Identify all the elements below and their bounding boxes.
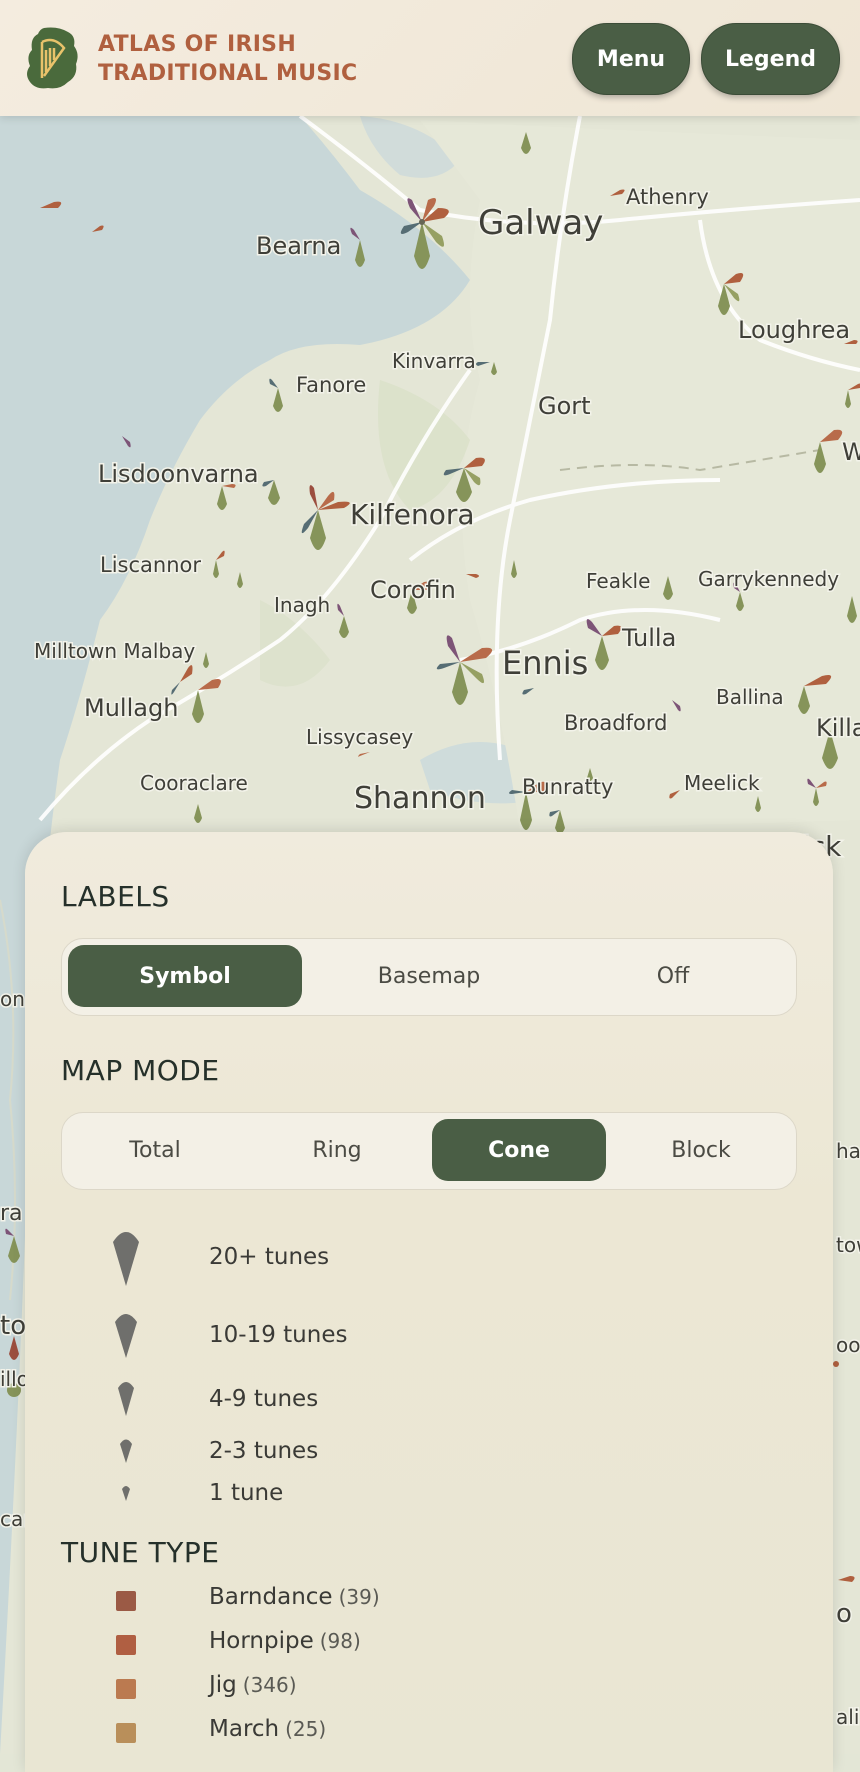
mode-option-block[interactable]: Block [614, 1119, 788, 1181]
swatch-icon [116, 1635, 136, 1655]
labels-option-symbol[interactable]: Symbol [68, 945, 302, 1007]
tune-type-row[interactable]: Barndance (39) [25, 1584, 805, 1620]
edge-label: o [836, 1599, 852, 1629]
place-corofin: Corofin [370, 576, 456, 604]
labels-segmented-control: Symbol Basemap Off [61, 938, 797, 1016]
place-loughrea: Loughrea [738, 316, 850, 344]
swatch-icon [116, 1723, 136, 1743]
place-tulla: Tulla [621, 624, 676, 652]
place-shannon: Shannon [354, 781, 486, 816]
place-lisdoonvarna: Lisdoonvarna [98, 460, 259, 488]
tune-type-row[interactable]: Hornpipe (98) [25, 1628, 805, 1664]
swatch-icon [116, 1591, 136, 1611]
tune-type-name: Hornpipe [209, 1628, 314, 1654]
tune-type-count: (98) [319, 1629, 361, 1653]
app-title: ATLAS OF IRISH TRADITIONAL MUSIC [98, 30, 357, 88]
legend-panel: LABELS Symbol Basemap Off MAP MODE Total… [25, 832, 833, 1772]
size-label: 1 tune [209, 1480, 284, 1506]
place-ennis: Ennis [502, 644, 588, 682]
menu-button[interactable]: Menu [572, 23, 690, 95]
cone-size-1-icon [122, 1486, 130, 1501]
place-feakle: Feakle [586, 569, 650, 593]
tune-type-count: (39) [338, 1585, 380, 1609]
size-label: 4-9 tunes [209, 1386, 319, 1412]
tune-type-name: March [209, 1716, 280, 1742]
tune-type-name: Jig [209, 1672, 237, 1698]
cone-size-10-19-icon [115, 1314, 137, 1358]
map-mode-heading: MAP MODE [61, 1054, 220, 1087]
mode-option-cone[interactable]: Cone [432, 1119, 606, 1181]
edge-label: alin [836, 1705, 860, 1729]
tune-type-count: (346) [242, 1673, 297, 1697]
place-mullagh: Mullagh [84, 694, 178, 722]
tune-type-heading: TUNE TYPE [61, 1536, 220, 1569]
place-bunratty: Bunratty [522, 775, 613, 799]
cone-size-2-3-icon [120, 1439, 132, 1463]
mode-option-ring[interactable]: Ring [250, 1119, 424, 1181]
tune-type-row[interactable]: Jig (346) [25, 1672, 805, 1708]
size-label: 10-19 tunes [209, 1322, 348, 1348]
place-bearna: Bearna [256, 232, 341, 260]
edge-label: tow [836, 1233, 860, 1257]
size-legend-row: 4-9 tunes [25, 1378, 805, 1418]
map-mode-segmented-control: Total Ring Cone Block [61, 1112, 797, 1190]
place-lissycasey: Lissycasey [306, 725, 413, 749]
place-milltown-malbay: Milltown Malbay [34, 639, 195, 663]
app-title-line2: TRADITIONAL MUSIC [98, 61, 358, 86]
place-meelick: Meelick [684, 771, 760, 795]
labels-option-basemap[interactable]: Basemap [312, 945, 546, 1007]
legend-button[interactable]: Legend [701, 23, 840, 95]
size-legend-row: 10-19 tunes [25, 1310, 805, 1360]
place-liscannor: Liscannor [100, 553, 201, 577]
edge-label: to [0, 1311, 26, 1341]
place-inagh: Inagh [274, 593, 330, 617]
labels-option-off[interactable]: Off [556, 945, 790, 1007]
edge-label: Killa [816, 714, 860, 742]
place-cooraclare: Cooraclare [140, 771, 248, 795]
swatch-icon [116, 1679, 136, 1699]
tune-type-name: Barndance [209, 1584, 333, 1610]
place-kinvarra: Kinvarra [392, 349, 476, 373]
edge-label: W [842, 438, 860, 466]
place-broadford: Broadford [564, 711, 667, 735]
edge-label: oo [836, 1333, 860, 1357]
place-kilfenora: Kilfenora [350, 498, 475, 531]
place-fanore: Fanore [296, 373, 366, 397]
labels-heading: LABELS [61, 880, 170, 913]
size-legend-row: 20+ tunes [25, 1228, 805, 1288]
edge-label: han [836, 1139, 860, 1163]
ireland-harp-logo-icon [27, 27, 78, 89]
place-athenry: Athenry [626, 185, 709, 209]
edge-label: on [0, 987, 25, 1011]
cone-size-20plus-icon [113, 1232, 139, 1286]
size-legend-row: 1 tune [25, 1480, 805, 1508]
cone-size-4-9-icon [118, 1382, 134, 1416]
size-label: 2-3 tunes [209, 1438, 319, 1464]
edge-label: ra [0, 1201, 23, 1226]
app-header: ATLAS OF IRISH TRADITIONAL MUSIC Menu Le… [0, 0, 860, 116]
tune-type-row[interactable]: March (25) [25, 1716, 805, 1752]
tune-type-count: (25) [285, 1717, 327, 1741]
size-label: 20+ tunes [209, 1244, 330, 1270]
app-title-line1: ATLAS OF IRISH [98, 32, 297, 57]
place-gort: Gort [538, 392, 591, 420]
place-galway: Galway [478, 203, 603, 243]
size-legend-row: 2-3 tunes [25, 1436, 805, 1466]
place-garrykennedy: Garrykennedy [698, 567, 839, 591]
place-ballina: Ballina [716, 685, 784, 709]
mode-option-total[interactable]: Total [68, 1119, 242, 1181]
